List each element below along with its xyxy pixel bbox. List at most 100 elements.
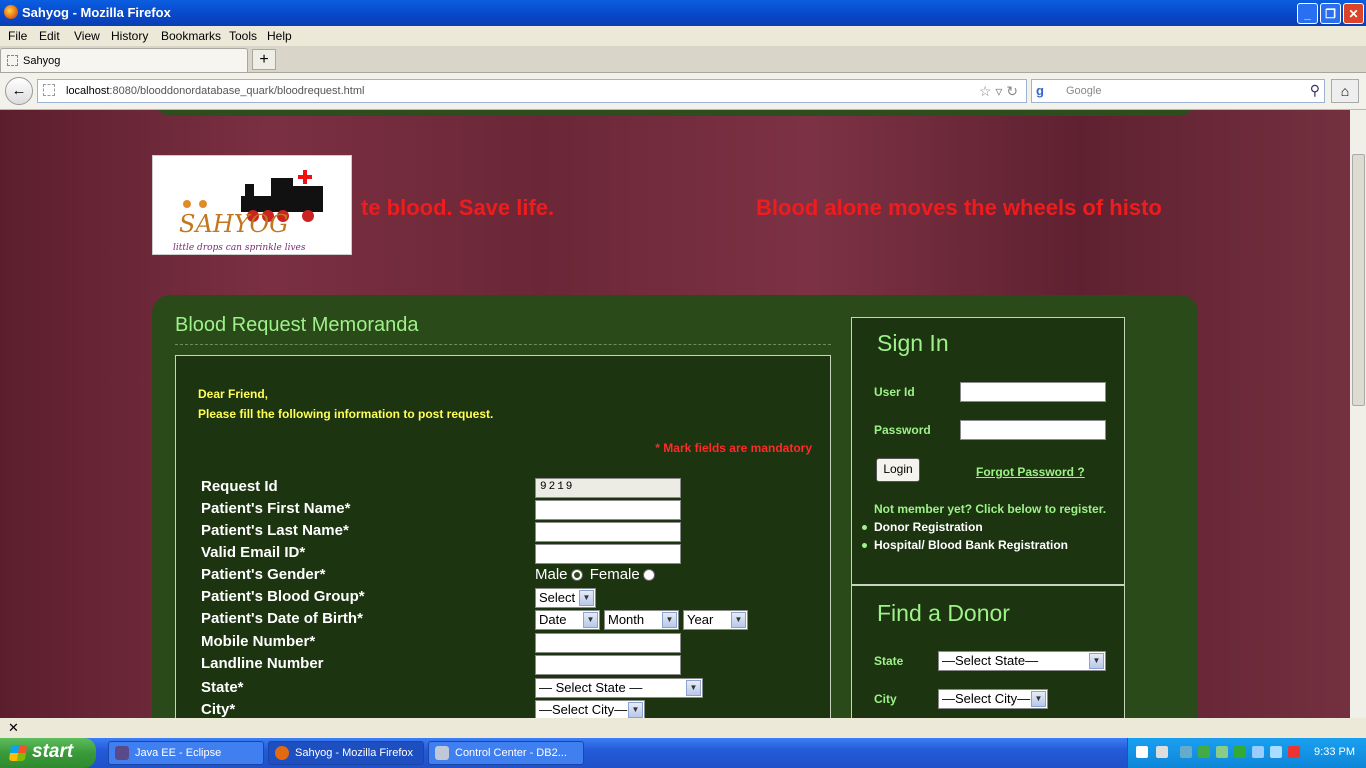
user-id-input[interactable] <box>960 382 1106 402</box>
bullet-icon <box>862 543 867 549</box>
landline-input[interactable] <box>535 655 681 675</box>
last-name-input[interactable] <box>535 522 681 542</box>
new-tab-button[interactable]: + <box>252 49 276 70</box>
search-placeholder: Google <box>1066 85 1102 97</box>
request-id-field: 9219 <box>535 478 681 498</box>
chevron-down-icon: ▼ <box>686 680 701 696</box>
mobile-input[interactable] <box>535 633 681 653</box>
heading-divider <box>175 344 831 345</box>
tab-label: Sahyog <box>23 55 61 67</box>
chevron-down-icon: ▼ <box>731 612 746 628</box>
taskbar-firefox[interactable]: Sahyog - Mozilla Firefox <box>268 741 424 765</box>
page-viewport: SAHYOG little drops can sprinkle lives t… <box>0 110 1350 718</box>
menu-bookmarks[interactable]: Bookmarks <box>161 29 221 43</box>
monitor-icon[interactable] <box>1270 746 1282 758</box>
bullet-icon <box>862 525 867 531</box>
vertical-scrollbar[interactable] <box>1350 110 1366 718</box>
volume-icon[interactable] <box>1216 746 1228 758</box>
firefox-icon <box>275 746 289 760</box>
maximize-button[interactable]: ❐ <box>1320 3 1341 24</box>
url-bar[interactable]: localhost:8080/blooddonordatabase_quark/… <box>37 79 1027 103</box>
network-icon[interactable] <box>1156 746 1168 758</box>
chevron-down-icon: ▼ <box>628 702 643 718</box>
label-email: Valid Email ID* <box>201 544 306 561</box>
gender-female-radio[interactable] <box>642 569 655 582</box>
state-select[interactable]: — Select State — ▼ <box>535 678 703 698</box>
site-identity-icon[interactable] <box>43 84 55 96</box>
user-id-label: User Id <box>874 385 915 399</box>
scrollbar-thumb[interactable] <box>1352 154 1365 406</box>
gender-radio-group: Male Female <box>535 566 658 583</box>
svg-text:little drops can sprinkle live: little drops can sprinkle lives <box>173 243 306 253</box>
taskbar-db2[interactable]: Control Center - DB2... <box>428 741 584 765</box>
back-button[interactable]: ← <box>5 77 33 105</box>
find-city-select[interactable]: —Select City— ▼ <box>938 689 1048 709</box>
blood-group-select[interactable]: Select ▼ <box>535 588 596 608</box>
email-input[interactable] <box>535 544 681 564</box>
first-name-input[interactable] <box>535 500 681 520</box>
menu-file[interactable]: File <box>8 29 27 43</box>
home-button[interactable]: ⌂ <box>1331 79 1359 103</box>
password-input[interactable] <box>960 420 1106 440</box>
help-icon[interactable] <box>1136 746 1148 758</box>
menu-bar: File Edit View History Bookmarks Tools H… <box>0 26 1366 46</box>
hospital-registration-link[interactable]: Hospital/ Blood Bank Registration <box>862 538 1068 552</box>
label-city: City* <box>201 701 236 718</box>
url-text: localhost:8080/blooddonordatabase_quark/… <box>66 85 365 97</box>
window-title: Sahyog - Mozilla Firefox <box>22 5 171 20</box>
menu-history[interactable]: History <box>111 29 148 43</box>
menu-edit[interactable]: Edit <box>39 29 60 43</box>
dob-month-select[interactable]: Month ▼ <box>604 610 679 630</box>
chevron-down-icon: ▼ <box>662 612 677 628</box>
find-bar: ✕ <box>0 718 1366 738</box>
donor-registration-link[interactable]: Donor Registration <box>862 520 983 534</box>
minimize-button[interactable]: _ <box>1297 3 1318 24</box>
gender-male-radio[interactable] <box>570 569 583 582</box>
menu-view[interactable]: View <box>74 29 100 43</box>
shield-icon[interactable] <box>1198 746 1210 758</box>
window-titlebar: Sahyog - Mozilla Firefox _ ❐ ✕ <box>0 0 1366 26</box>
bookmark-star-icon[interactable]: ☆ ▿ ↻ <box>979 83 1018 100</box>
sign-in-box: Sign In User Id Password Login Forgot Pa… <box>852 318 1124 584</box>
find-donor-heading: Find a Donor <box>877 600 1010 626</box>
not-member-text: Not member yet? Click below to register. <box>874 502 1107 516</box>
tab-sahyog[interactable]: Sahyog <box>0 48 248 72</box>
menu-help[interactable]: Help <box>267 29 292 43</box>
eclipse-icon <box>115 746 129 760</box>
label-dob: Patient's Date of Birth* <box>201 610 363 627</box>
password-label: Password <box>874 423 931 437</box>
label-mobile: Mobile Number* <box>201 633 316 650</box>
firefox-icon <box>4 5 18 19</box>
start-button[interactable]: start <box>0 738 96 768</box>
train-logo-icon: SAHYOG little drops can sprinkle lives <box>173 170 323 253</box>
antivirus-icon[interactable] <box>1288 746 1300 758</box>
system-tray: 9:33 PM <box>1127 738 1366 768</box>
google-icon[interactable]: g <box>1036 83 1044 98</box>
label-blood-group: Patient's Blood Group* <box>201 588 365 605</box>
dob-date-select[interactable]: Date ▼ <box>535 610 600 630</box>
security-icon[interactable] <box>1234 746 1246 758</box>
sahyog-logo: SAHYOG little drops can sprinkle lives <box>152 155 352 255</box>
search-bar[interactable]: g Google ⚲ <box>1031 79 1325 103</box>
close-window-button[interactable]: ✕ <box>1343 3 1364 24</box>
display-icon[interactable] <box>1252 746 1264 758</box>
login-button[interactable]: Login <box>876 458 920 482</box>
chevron-down-icon: ▼ <box>579 590 594 606</box>
search-icon[interactable]: ⚲ <box>1310 82 1320 99</box>
windows-taskbar: start Java EE - Eclipse Sahyog - Mozilla… <box>0 738 1366 768</box>
windows-logo-icon <box>8 745 28 761</box>
find-state-select[interactable]: —Select State— ▼ <box>938 651 1106 671</box>
taskbar-eclipse[interactable]: Java EE - Eclipse <box>108 741 264 765</box>
control-center-icon <box>435 746 449 760</box>
page-favicon-icon <box>7 55 18 66</box>
marquee-text-2: Blood alone moves the wheels of histo <box>756 195 1162 220</box>
back-arrow-icon[interactable] <box>1180 746 1192 758</box>
close-findbar-icon[interactable]: ✕ <box>8 720 19 736</box>
city-select[interactable]: —Select City— ▼ <box>535 700 645 718</box>
forgot-password-link[interactable]: Forgot Password ? <box>976 465 1085 479</box>
chevron-down-icon: ▼ <box>1089 653 1104 669</box>
menu-tools[interactable]: Tools <box>229 29 257 43</box>
chevron-down-icon: ▼ <box>583 612 598 628</box>
dob-year-select[interactable]: Year ▼ <box>683 610 748 630</box>
main-panel: Blood Request Memoranda Dear Friend, Ple… <box>152 295 1198 718</box>
